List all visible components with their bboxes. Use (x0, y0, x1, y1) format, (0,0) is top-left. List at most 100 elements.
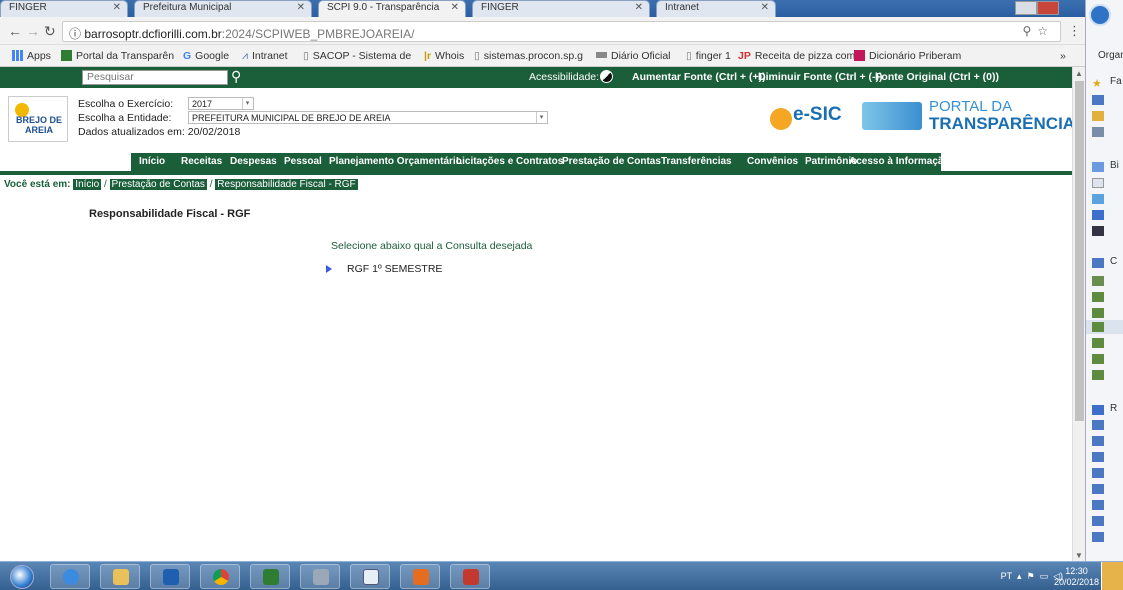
menu-despesas[interactable]: Despesas (230, 156, 277, 167)
network-drive-icon[interactable] (1092, 354, 1104, 364)
close-tab-icon[interactable]: ✕ (635, 2, 643, 13)
breadcrumb-inicio[interactable]: Início (73, 179, 102, 190)
close-tab-icon[interactable]: ✕ (113, 2, 121, 13)
desktop-icon[interactable] (1092, 95, 1104, 105)
tab-intranet[interactable]: Intranet ✕ (656, 0, 776, 17)
entity-select[interactable]: PREFEITURA MUNICIPAL DE BREJO DE AREIA ▾ (188, 111, 548, 124)
menu-prestacao[interactable]: Prestação de Contas (562, 156, 661, 167)
network-label[interactable]: R (1110, 403, 1117, 414)
documents-icon[interactable] (1092, 178, 1104, 188)
taskbar-calc-sheet[interactable] (250, 564, 290, 589)
browser-menu-icon[interactable]: ⋮ (1068, 23, 1081, 39)
bookmark-google[interactable]: G Google (183, 50, 229, 62)
menu-receitas[interactable]: Receitas (181, 156, 222, 167)
taskbar-app-g[interactable] (400, 564, 440, 589)
increase-font-link[interactable]: Aumentar Fonte (Ctrl + (+)) (632, 71, 766, 83)
network-computer-icon[interactable] (1092, 500, 1104, 510)
videos-icon[interactable] (1092, 226, 1104, 236)
url-input[interactable]: ⓘ barrosoptr.dcfiorilli.com.br:2024/SCPI… (62, 21, 1061, 42)
taskbar-calculator[interactable] (300, 564, 340, 589)
menu-licitacoes[interactable]: Licitações e Contratos (456, 156, 563, 167)
more-bookmarks[interactable]: » (1060, 50, 1066, 62)
scroll-up-icon[interactable]: ▲ (1075, 69, 1083, 78)
rgf-1-semestre-link[interactable]: RGF 1º SEMESTRE (326, 263, 442, 275)
network-drive-icon[interactable] (1092, 308, 1104, 318)
tab-finger[interactable]: FINGER ✕ (0, 0, 128, 17)
organize-menu[interactable]: Organ (1098, 50, 1123, 61)
start-button[interactable] (10, 565, 34, 589)
menu-transferencias[interactable]: Transferências (661, 156, 732, 167)
network-computer-icon[interactable] (1092, 532, 1104, 542)
bookmark-diario[interactable]: Diário Oficial (596, 50, 671, 62)
original-font-link[interactable]: Fonte Original (Ctrl + (0)) (875, 71, 999, 83)
network-drive-icon[interactable] (1092, 292, 1104, 302)
close-tab-icon[interactable]: ✕ (451, 2, 459, 13)
zoom-star-icons[interactable]: ⚲☆ (1022, 24, 1054, 38)
info-icon[interactable]: ⓘ (69, 27, 81, 41)
breadcrumb-rgf[interactable]: Responsabilidade Fiscal - RGF (215, 179, 358, 190)
computer-label[interactable]: C (1110, 256, 1117, 267)
menu-convenios[interactable]: Convênios (747, 156, 798, 167)
network-computer-icon[interactable] (1092, 468, 1104, 478)
show-desktop-button[interactable] (1101, 562, 1123, 590)
language-indicator[interactable]: PT (1001, 571, 1012, 581)
tab-finger-2[interactable]: FINGER ✕ (472, 0, 650, 17)
pictures-icon[interactable] (1092, 194, 1104, 204)
municipality-logo[interactable]: BREJO DE AREIA (8, 96, 68, 142)
taskbar-chrome[interactable] (200, 564, 240, 589)
reload-icon[interactable]: ↻ (44, 23, 56, 40)
breadcrumb-prestacao[interactable]: Prestação de Contas (109, 179, 207, 190)
contrast-icon[interactable] (600, 70, 613, 83)
forward-icon[interactable]: → (26, 23, 40, 39)
page-scrollbar[interactable]: ▲ ▼ (1072, 67, 1085, 561)
menu-acesso[interactable]: Acesso à Informação (849, 156, 950, 167)
network-drive-icon[interactable] (1092, 338, 1104, 348)
menu-inicio[interactable]: Início (139, 156, 165, 167)
favorites-label[interactable]: Fa (1110, 76, 1122, 87)
search-input[interactable]: Pesquisar (82, 70, 228, 85)
network-computer-icon[interactable] (1092, 516, 1104, 526)
exercise-select[interactable]: 2017 ▾ (188, 97, 254, 110)
music-icon[interactable] (1092, 210, 1104, 220)
scroll-down-icon[interactable]: ▼ (1075, 551, 1083, 560)
bookmark-finger1[interactable]: ▯ finger 1 (686, 50, 731, 62)
libraries-label[interactable]: Bi (1110, 160, 1119, 171)
network-computer-icon[interactable] (1092, 484, 1104, 494)
network-drive-icon[interactable] (1092, 322, 1104, 332)
taskbar-ie[interactable] (50, 564, 90, 589)
minimize-button[interactable] (1015, 1, 1037, 15)
close-tab-icon[interactable]: ✕ (297, 2, 305, 13)
drive-icon[interactable] (1092, 276, 1104, 286)
scroll-thumb[interactable] (1075, 81, 1084, 421)
bookmark-apps[interactable]: Apps (12, 50, 51, 62)
bookmark-whois[interactable]: |r Whois (424, 50, 464, 62)
bookmark-sacop[interactable]: ▯ SACOP - Sistema de (303, 50, 411, 62)
recent-icon[interactable] (1092, 127, 1104, 137)
bookmark-priberam[interactable]: Dicionário Priberam (854, 50, 961, 62)
bookmark-pizza[interactable]: JP Receita de pizza com (738, 50, 855, 62)
decrease-font-link[interactable]: Diminuir Fonte (Ctrl + (-)) (758, 71, 883, 83)
close-window-button[interactable] (1037, 1, 1059, 15)
network-drive-icon[interactable] (1092, 370, 1104, 380)
network-computer-icon[interactable] (1092, 436, 1104, 446)
back-nav-icon[interactable] (1089, 4, 1111, 26)
menu-planejamento[interactable]: Planejamento Orçamentário (329, 156, 462, 167)
bookmark-intranet[interactable]: ⩘ Intranet (242, 50, 288, 63)
back-icon[interactable]: ← (8, 23, 22, 39)
close-tab-icon[interactable]: ✕ (761, 2, 769, 13)
bookmark-portal[interactable]: Portal da Transparên (61, 50, 174, 62)
bookmark-label: SACOP - Sistema de (312, 50, 412, 62)
taskbar-clock[interactable]: 12:30 20/02/2018 (1054, 566, 1099, 588)
network-computer-icon[interactable] (1092, 420, 1104, 430)
taskbar-writer[interactable] (350, 564, 390, 589)
downloads-icon[interactable] (1092, 111, 1104, 121)
network-computer-icon[interactable] (1092, 452, 1104, 462)
taskbar-app-paint[interactable] (450, 564, 490, 589)
taskbar-explorer[interactable] (100, 564, 140, 589)
bookmark-procon[interactable]: ▯ sistemas.procon.sp.g (474, 50, 583, 62)
search-icon[interactable]: ⚲ (231, 68, 241, 85)
tab-prefeitura[interactable]: Prefeitura Municipal ✕ (134, 0, 312, 17)
taskbar-outlook[interactable] (150, 564, 190, 589)
menu-pessoal[interactable]: Pessoal (284, 156, 322, 167)
tab-scpi[interactable]: SCPI 9.0 - Transparência ✕ (318, 0, 466, 17)
